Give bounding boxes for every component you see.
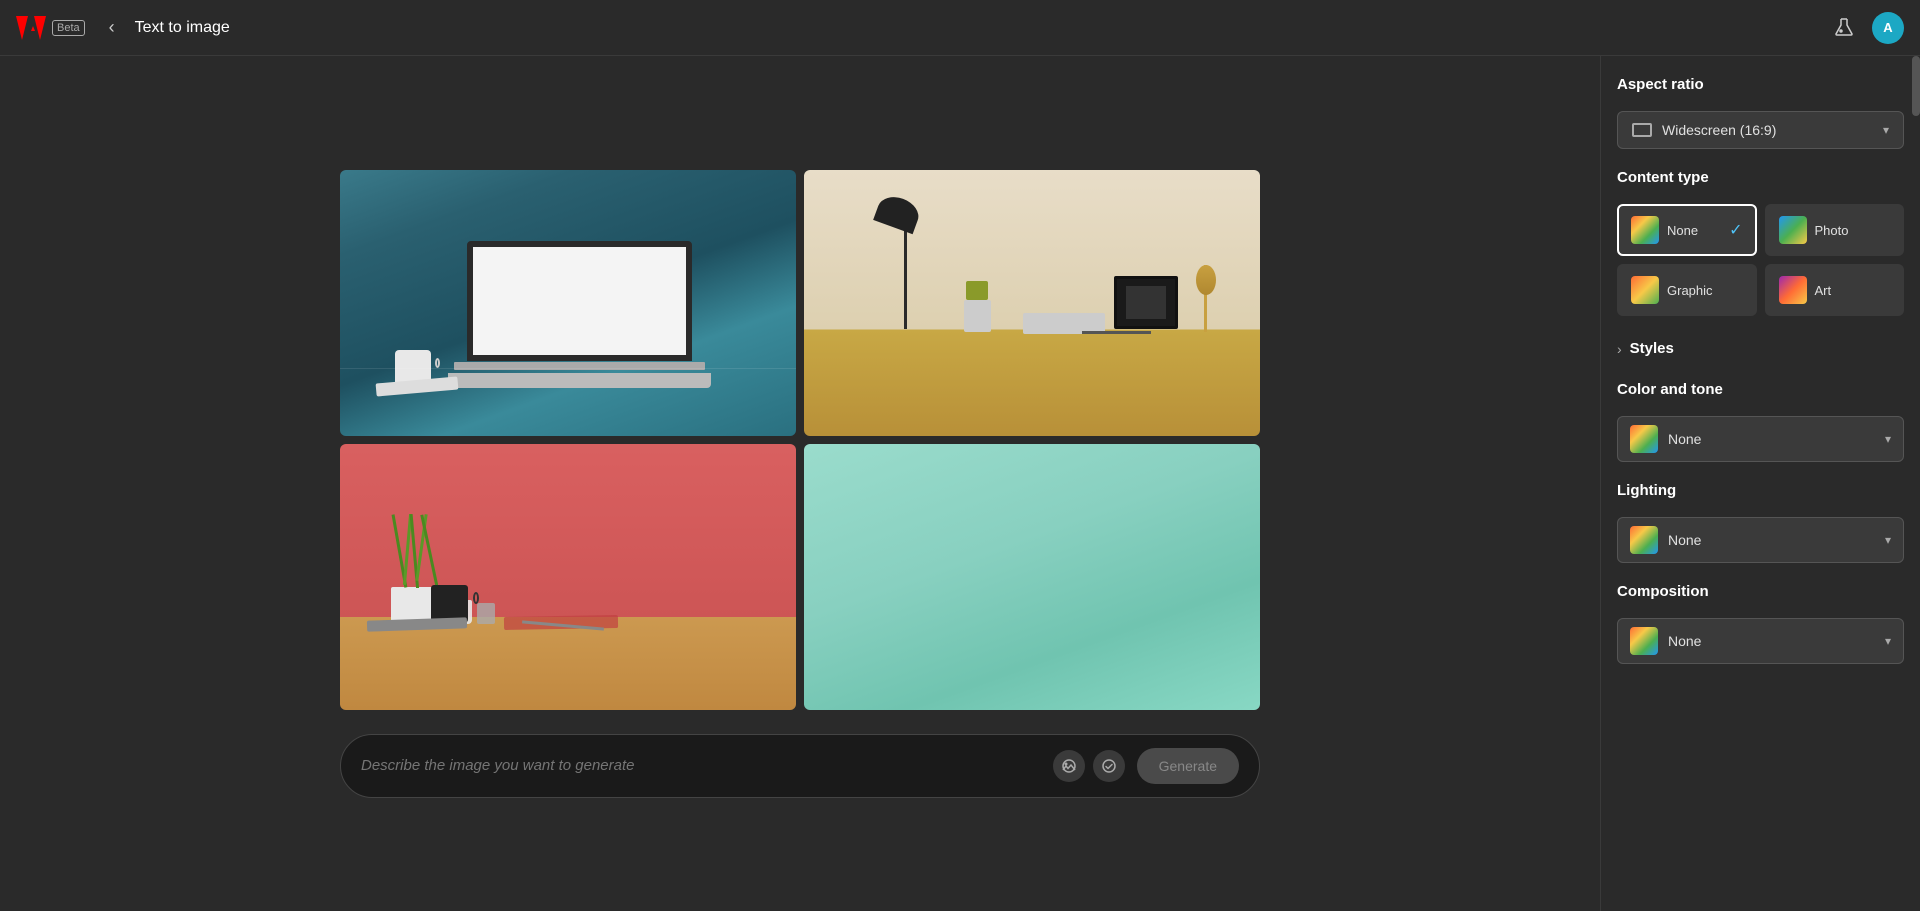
aspect-ratio-title: Aspect ratio	[1617, 76, 1904, 93]
content-label-graphic: Graphic	[1667, 283, 1713, 298]
back-button[interactable]: ‹	[101, 13, 123, 42]
content-icon-graphic	[1631, 276, 1659, 304]
topbar: Beta ‹ Text to image A	[0, 0, 1920, 56]
color-tone-icon	[1630, 425, 1658, 453]
lighting-dropdown[interactable]: None ▾	[1617, 517, 1904, 563]
topbar-right: A	[1832, 12, 1904, 44]
lighting-chevron: ▾	[1885, 533, 1891, 547]
beta-badge: Beta	[52, 20, 85, 36]
generated-image-4[interactable]	[804, 444, 1260, 710]
styles-chevron: ›	[1617, 341, 1622, 357]
widescreen-icon	[1632, 123, 1652, 137]
content-icon-photo	[1779, 216, 1807, 244]
content-icon-none	[1631, 216, 1659, 244]
content-type-title: Content type	[1617, 169, 1904, 186]
content-option-none[interactable]: None ✓	[1617, 204, 1757, 256]
scrollbar-thumb[interactable]	[1912, 56, 1920, 116]
content-option-photo[interactable]: Photo	[1765, 204, 1905, 256]
content-type-grid: None ✓ Photo Graphic Art	[1617, 204, 1904, 316]
content-icon-art	[1779, 276, 1807, 304]
aspect-ratio-label: Widescreen (16:9)	[1662, 122, 1873, 138]
adobe-logo	[16, 16, 46, 40]
lighting-label: None	[1668, 532, 1875, 548]
composition-dropdown[interactable]: None ▾	[1617, 618, 1904, 664]
color-tone-chevron: ▾	[1885, 432, 1891, 446]
aspect-ratio-dropdown[interactable]: Widescreen (16:9) ▾	[1617, 111, 1904, 149]
avatar[interactable]: A	[1872, 12, 1904, 44]
page-title: Text to image	[135, 19, 230, 37]
content-label-none: None	[1667, 223, 1698, 238]
prompt-bar: Generate	[340, 734, 1260, 798]
grammar-check-button[interactable]	[1093, 750, 1125, 782]
lighting-icon	[1630, 526, 1658, 554]
color-and-tone-label: None	[1668, 431, 1875, 447]
image-grid	[340, 170, 1260, 710]
scrollbar-track[interactable]	[1912, 56, 1920, 911]
flask-icon[interactable]	[1832, 16, 1856, 40]
right-panel: Aspect ratio Widescreen (16:9) ▾ Content…	[1600, 56, 1920, 911]
composition-chevron: ▾	[1885, 634, 1891, 648]
lighting-section: Lighting None ▾	[1617, 482, 1904, 563]
content-option-art[interactable]: Art	[1765, 264, 1905, 316]
content-type-section: Content type None ✓ Photo Graphic	[1617, 169, 1904, 316]
generate-button[interactable]: Generate	[1137, 748, 1239, 784]
main-area: Generate Aspect ratio Widescreen (16:9) …	[0, 56, 1920, 911]
composition-section: Composition None ▾	[1617, 583, 1904, 664]
composition-icon	[1630, 627, 1658, 655]
generated-image-3[interactable]	[340, 444, 796, 710]
lighting-title: Lighting	[1617, 482, 1904, 499]
aspect-ratio-section: Aspect ratio Widescreen (16:9) ▾	[1617, 76, 1904, 149]
styles-section[interactable]: › Styles	[1617, 336, 1904, 361]
prompt-icons	[1053, 750, 1125, 782]
styles-label: Styles	[1630, 340, 1674, 357]
composition-title: Composition	[1617, 583, 1904, 600]
reference-image-button[interactable]	[1053, 750, 1085, 782]
content-option-graphic[interactable]: Graphic	[1617, 264, 1757, 316]
color-and-tone-dropdown[interactable]: None ▾	[1617, 416, 1904, 462]
composition-label: None	[1668, 633, 1875, 649]
color-and-tone-title: Color and tone	[1617, 381, 1904, 398]
content-area: Generate	[0, 56, 1600, 911]
prompt-input[interactable]	[361, 757, 1041, 774]
color-and-tone-section: Color and tone None ▾	[1617, 381, 1904, 462]
aspect-ratio-chevron: ▾	[1883, 123, 1889, 137]
content-label-art: Art	[1815, 283, 1832, 298]
content-label-photo: Photo	[1815, 223, 1849, 238]
generated-image-1[interactable]	[340, 170, 796, 436]
check-mark-none: ✓	[1729, 220, 1742, 240]
generated-image-2[interactable]	[804, 170, 1260, 436]
